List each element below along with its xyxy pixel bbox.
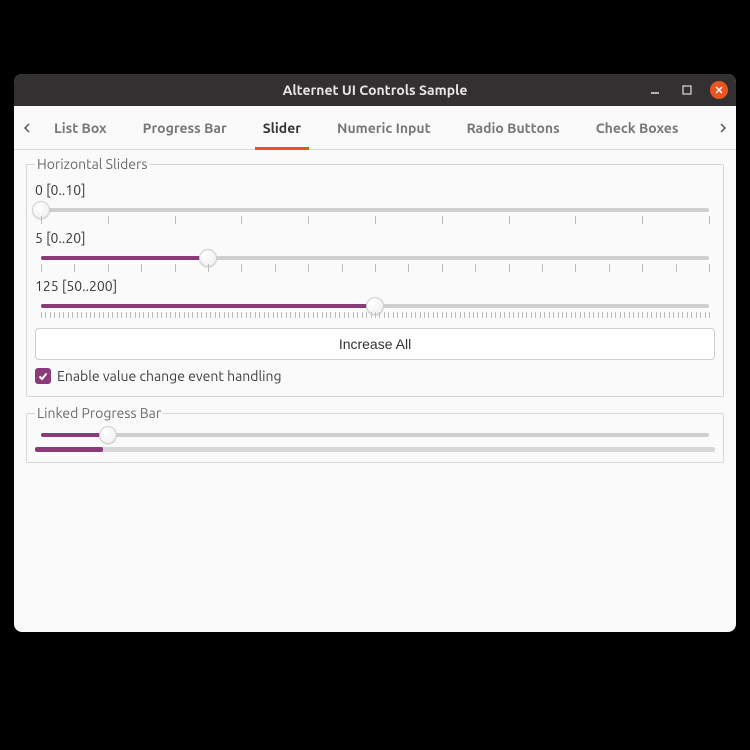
titlebar: Alternet UI Controls Sample <box>14 74 736 106</box>
tab-check-boxes[interactable]: Check Boxes <box>578 106 697 149</box>
slider-label: 125 [50..200] <box>35 278 715 294</box>
tab-label: Check Boxes <box>596 120 679 136</box>
slider[interactable] <box>35 298 715 322</box>
tabbar: List Box Progress Bar Slider Numeric Input R… <box>14 106 736 150</box>
linked-progress-group: Linked Progress Bar <box>26 405 724 463</box>
horizontal-sliders-group: Horizontal Sliders 0 [0..10] 5 [0..20] 125… <box>26 156 724 397</box>
linked-progress-bar <box>35 447 715 452</box>
window-title: Alternet UI Controls Sample <box>283 82 468 98</box>
tab-scroll-right-icon[interactable] <box>714 123 732 133</box>
slider-block: 125 [50..200] <box>35 278 715 322</box>
slider-block: 0 [0..10] <box>35 182 715 226</box>
slider-ticks <box>41 264 709 274</box>
slider-label: 0 [0..10] <box>35 182 715 198</box>
linked-progress-legend: Linked Progress Bar <box>35 405 163 421</box>
titlebar-buttons <box>646 74 728 106</box>
tab-list-box[interactable]: List Box <box>36 106 125 149</box>
close-icon[interactable] <box>710 81 728 99</box>
linked-slider[interactable] <box>35 427 715 437</box>
window: Alternet UI Controls Sample List Box Prog… <box>14 74 736 632</box>
maximize-icon[interactable] <box>678 81 696 99</box>
tab-numeric-input[interactable]: Numeric Input <box>319 106 449 149</box>
checkbox-checked-icon[interactable] <box>35 368 51 384</box>
tab-label: Slider <box>263 120 301 136</box>
slider[interactable] <box>35 250 715 274</box>
minimize-icon[interactable] <box>646 81 664 99</box>
slider-block: 5 [0..20] <box>35 230 715 274</box>
tabs: List Box Progress Bar Slider Numeric Input R… <box>36 106 714 149</box>
tab-label: Progress Bar <box>143 120 227 136</box>
horizontal-sliders-legend: Horizontal Sliders <box>35 156 149 172</box>
slider-track <box>41 208 709 212</box>
tab-scroll-left-icon[interactable] <box>18 123 36 133</box>
slider-track <box>41 304 709 308</box>
tab-label: Numeric Input <box>337 120 431 136</box>
progress-fill <box>35 447 103 452</box>
slider-track <box>41 256 709 260</box>
enable-events-label: Enable value change event handling <box>57 368 282 384</box>
tab-label: List Box <box>54 120 107 136</box>
slider-fill <box>41 304 375 308</box>
slider-ticks <box>41 312 709 322</box>
tab-label: Radio Buttons <box>467 120 560 136</box>
slider-track <box>41 433 709 437</box>
tab-slider[interactable]: Slider <box>245 106 319 149</box>
increase-all-button[interactable]: Increase All <box>35 328 715 360</box>
slider[interactable] <box>35 202 715 226</box>
slider-fill <box>41 256 208 260</box>
enable-events-checkbox-row[interactable]: Enable value change event handling <box>35 366 715 386</box>
slider-thumb[interactable] <box>99 426 117 444</box>
tab-radio-buttons[interactable]: Radio Buttons <box>449 106 578 149</box>
content: Horizontal Sliders 0 [0..10] 5 [0..20] 125… <box>14 150 736 477</box>
slider-fill <box>41 433 108 437</box>
slider-label: 5 [0..20] <box>35 230 715 246</box>
slider-ticks <box>41 216 709 226</box>
tab-progress-bar[interactable]: Progress Bar <box>125 106 245 149</box>
